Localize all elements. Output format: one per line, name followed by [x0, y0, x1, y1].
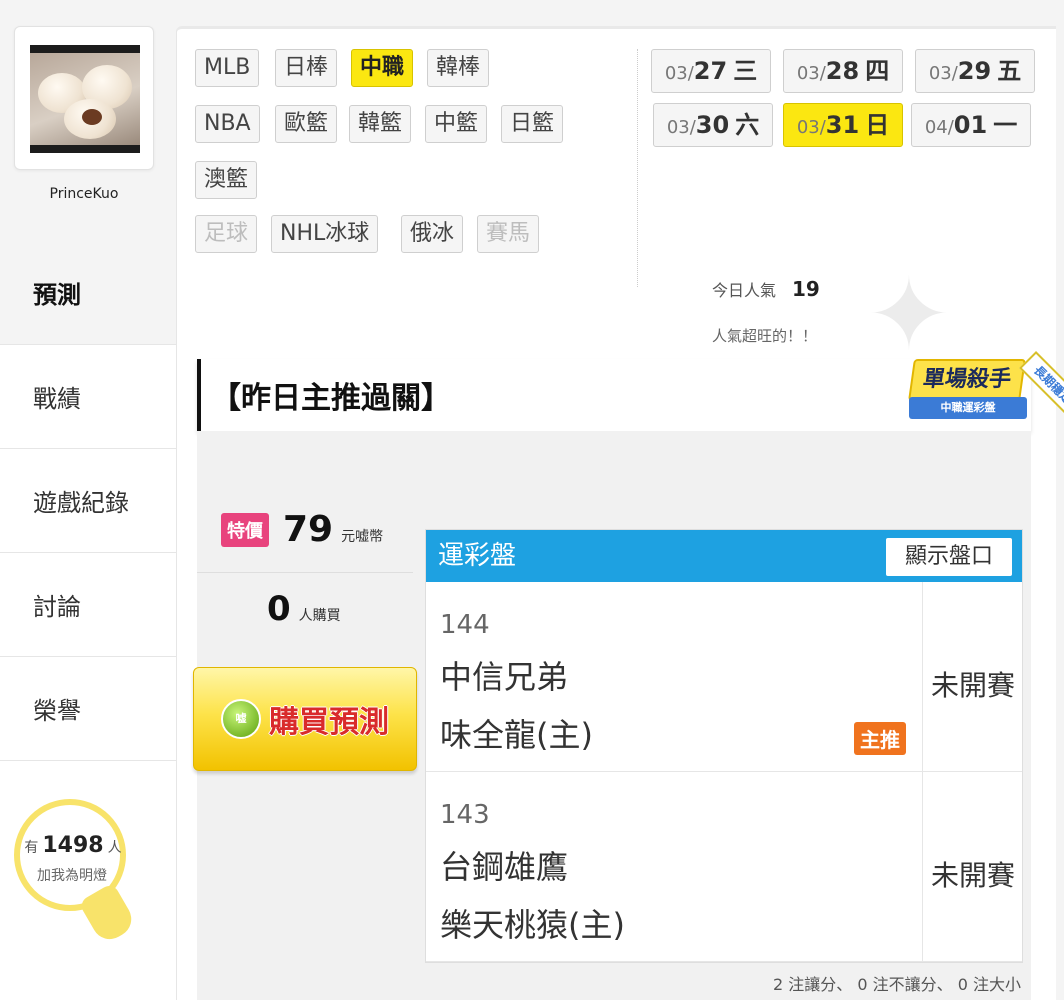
username[interactable]: PrinceKuo	[14, 186, 154, 202]
bet-summary: 2 注讓分、 0 注不讓分、 0 注大小	[773, 975, 1021, 994]
popularity-note: 人氣超旺的！！	[712, 327, 818, 345]
special-price-tag: 特價	[221, 512, 269, 547]
popularity-label: 今日人氣	[712, 281, 777, 300]
tab-khl[interactable]: 俄冰	[401, 215, 464, 253]
date-day: 31	[825, 111, 860, 139]
sidebar: PrinceKuo 預測 戰績 遊戲紀錄 討論 榮譽 有 1498 人 加我為明燈	[0, 0, 176, 1000]
tab-mlb[interactable]: MLB	[195, 49, 260, 87]
nav-item-discussion[interactable]: 討論	[0, 552, 176, 656]
tab-nbl[interactable]: 澳籃	[195, 161, 258, 199]
game-status: 未開賽	[931, 669, 1016, 702]
buyer-count-unit: 人購買	[298, 608, 341, 624]
game-number: 144	[440, 610, 490, 640]
date-day: 29	[957, 57, 992, 85]
avatar-card[interactable]	[14, 26, 154, 170]
prediction-content: 特價 79 元嘘幣 0 人購買 嘘 購買預測 運彩盤 顯示盤口 144 中信兄弟…	[193, 431, 1031, 1000]
game-teams: 144 中信兄弟 味全龍(主)	[440, 610, 593, 756]
game-row: 144 中信兄弟 味全龍(主) 主推 未開賽	[426, 582, 1022, 772]
date-button[interactable]: 04/01 一	[911, 103, 1031, 147]
date-weekday: 五	[997, 57, 1022, 85]
date-month: 03/	[666, 117, 696, 138]
date-day: 01	[953, 111, 988, 139]
buyer-count: 0 人購買	[267, 589, 341, 629]
date-day: 30	[695, 111, 730, 139]
popularity: 今日人氣 19	[712, 277, 820, 301]
odds-table: 運彩盤 顯示盤口 144 中信兄弟 味全龍(主) 主推 未開賽 143 台鋼雄鷹	[425, 529, 1023, 963]
avatar[interactable]	[30, 45, 140, 153]
date-button[interactable]: 03/27 三	[651, 49, 771, 93]
tab-nhl[interactable]: NHL冰球	[271, 215, 379, 253]
away-team: 中信兄弟	[440, 658, 569, 696]
date-month: 03/	[664, 63, 694, 84]
show-odds-button[interactable]: 顯示盤口	[886, 538, 1012, 576]
date-weekday: 四	[865, 57, 890, 85]
date-button[interactable]: 03/29 五	[915, 49, 1035, 93]
yesterday-title: 【昨日主推過關】	[211, 381, 451, 416]
tab-kbo[interactable]: 韓棒	[427, 49, 490, 87]
date-button[interactable]: 03/30 六	[653, 103, 773, 147]
nav-item-record[interactable]: 戰績	[0, 344, 176, 448]
tab-npb[interactable]: 日棒	[275, 49, 338, 87]
date-button[interactable]: 03/28 四	[783, 49, 903, 93]
date-weekday: 三	[733, 57, 758, 85]
buyer-count-value: 0	[267, 589, 291, 629]
yesterday-banner: 【昨日主推過關】 單場殺手 中職運彩盤 長期穩定	[197, 351, 1064, 431]
nav-item-predict[interactable]: 預測	[0, 240, 176, 344]
divider	[197, 572, 413, 573]
tab-cba[interactable]: 中籃	[425, 105, 488, 143]
odds-title: 運彩盤	[438, 541, 517, 571]
tab-horse-racing[interactable]: 賽馬	[477, 215, 540, 253]
tab-cpbl[interactable]: 中職	[351, 49, 414, 87]
date-month: 03/	[796, 63, 826, 84]
price-unit: 元嘘幣	[341, 528, 384, 545]
buy-prediction-label: 購買預測	[269, 705, 389, 740]
tab-b-league[interactable]: 日籃	[501, 105, 564, 143]
fan-suffix: 人	[107, 840, 122, 856]
tab-soccer[interactable]: 足球	[195, 215, 258, 253]
fan-count: 有 1498 人	[20, 833, 126, 858]
game-status: 未開賽	[931, 859, 1016, 892]
add-as-beacon-label[interactable]: 加我為明燈	[22, 865, 122, 885]
status-cell: 未開賽	[922, 582, 1022, 772]
popularity-value: 19	[792, 277, 820, 301]
divider	[637, 49, 638, 287]
date-day: 27	[693, 57, 728, 85]
price-value: 79	[283, 509, 334, 550]
date-month: 04/	[924, 117, 954, 138]
date-month: 03/	[796, 117, 826, 138]
date-weekday: 一	[993, 111, 1018, 139]
fan-count-value: 1498	[42, 833, 104, 858]
tab-nba[interactable]: NBA	[195, 105, 260, 143]
badge-subtitle: 中職運彩盤	[909, 397, 1027, 419]
date-day: 28	[825, 57, 860, 85]
fan-prefix: 有	[24, 840, 39, 856]
coin-icon: 嘘	[221, 699, 261, 739]
main-panel: MLB 日棒 中職 韓棒 NBA 歐籃 韓籃 中籃 日籃 澳籃 足球 NHL冰球…	[176, 26, 1064, 1000]
game-row: 143 台鋼雄鷹 樂天桃猿(主) 未開賽	[426, 772, 1022, 962]
date-button-selected[interactable]: 03/31 日	[783, 103, 903, 147]
buy-prediction-button[interactable]: 嘘 購買預測	[193, 667, 417, 771]
away-team: 台鋼雄鷹	[440, 848, 569, 886]
game-number: 143	[440, 800, 490, 830]
avatar-bun	[64, 99, 116, 139]
date-weekday: 日	[865, 111, 890, 139]
date-weekday: 六	[735, 111, 760, 139]
date-month: 03/	[928, 63, 958, 84]
badge-title: 單場殺手	[908, 359, 1026, 401]
odds-header: 運彩盤 顯示盤口	[426, 530, 1022, 582]
nav-item-game-log[interactable]: 遊戲紀錄	[0, 448, 176, 552]
tab-euro-basketball[interactable]: 歐籃	[275, 105, 338, 143]
fan-box[interactable]: 有 1498 人 加我為明燈	[0, 760, 176, 1000]
home-team: 味全龍(主)	[440, 716, 593, 754]
nav-item-honor[interactable]: 榮譽	[0, 656, 176, 760]
main-pick-badge: 主推	[854, 722, 906, 755]
status-cell: 未開賽	[922, 772, 1022, 962]
tab-kbl[interactable]: 韓籃	[349, 105, 412, 143]
price-row: 特價 79 元嘘幣	[221, 509, 383, 550]
game-teams: 143 台鋼雄鷹 樂天桃猿(主)	[440, 800, 625, 946]
home-team: 樂天桃猿(主)	[440, 906, 625, 944]
